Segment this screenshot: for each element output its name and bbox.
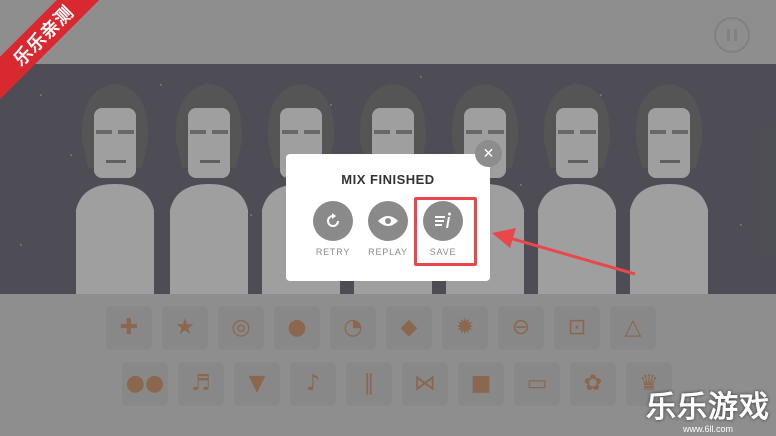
retry-icon [327, 213, 339, 227]
brand-text: 乐乐游戏 [646, 390, 770, 425]
eye-icon [378, 216, 398, 226]
close-icon: ✕ [482, 145, 495, 162]
replay-label: REPLAY [368, 247, 408, 257]
brand-url: www.6ll.com [682, 424, 733, 434]
arrow-annotation [492, 228, 636, 276]
watermark-brand: 乐乐游戏 www.6ll.com [646, 390, 770, 435]
save-highlight-box [414, 197, 477, 266]
retry-label: RETRY [315, 247, 351, 257]
retry-button[interactable]: RETRY [308, 201, 358, 257]
dialog-title: MIX FINISHED [341, 172, 435, 187]
replay-button[interactable]: REPLAY [363, 201, 413, 257]
close-button[interactable]: ✕ [475, 140, 502, 167]
